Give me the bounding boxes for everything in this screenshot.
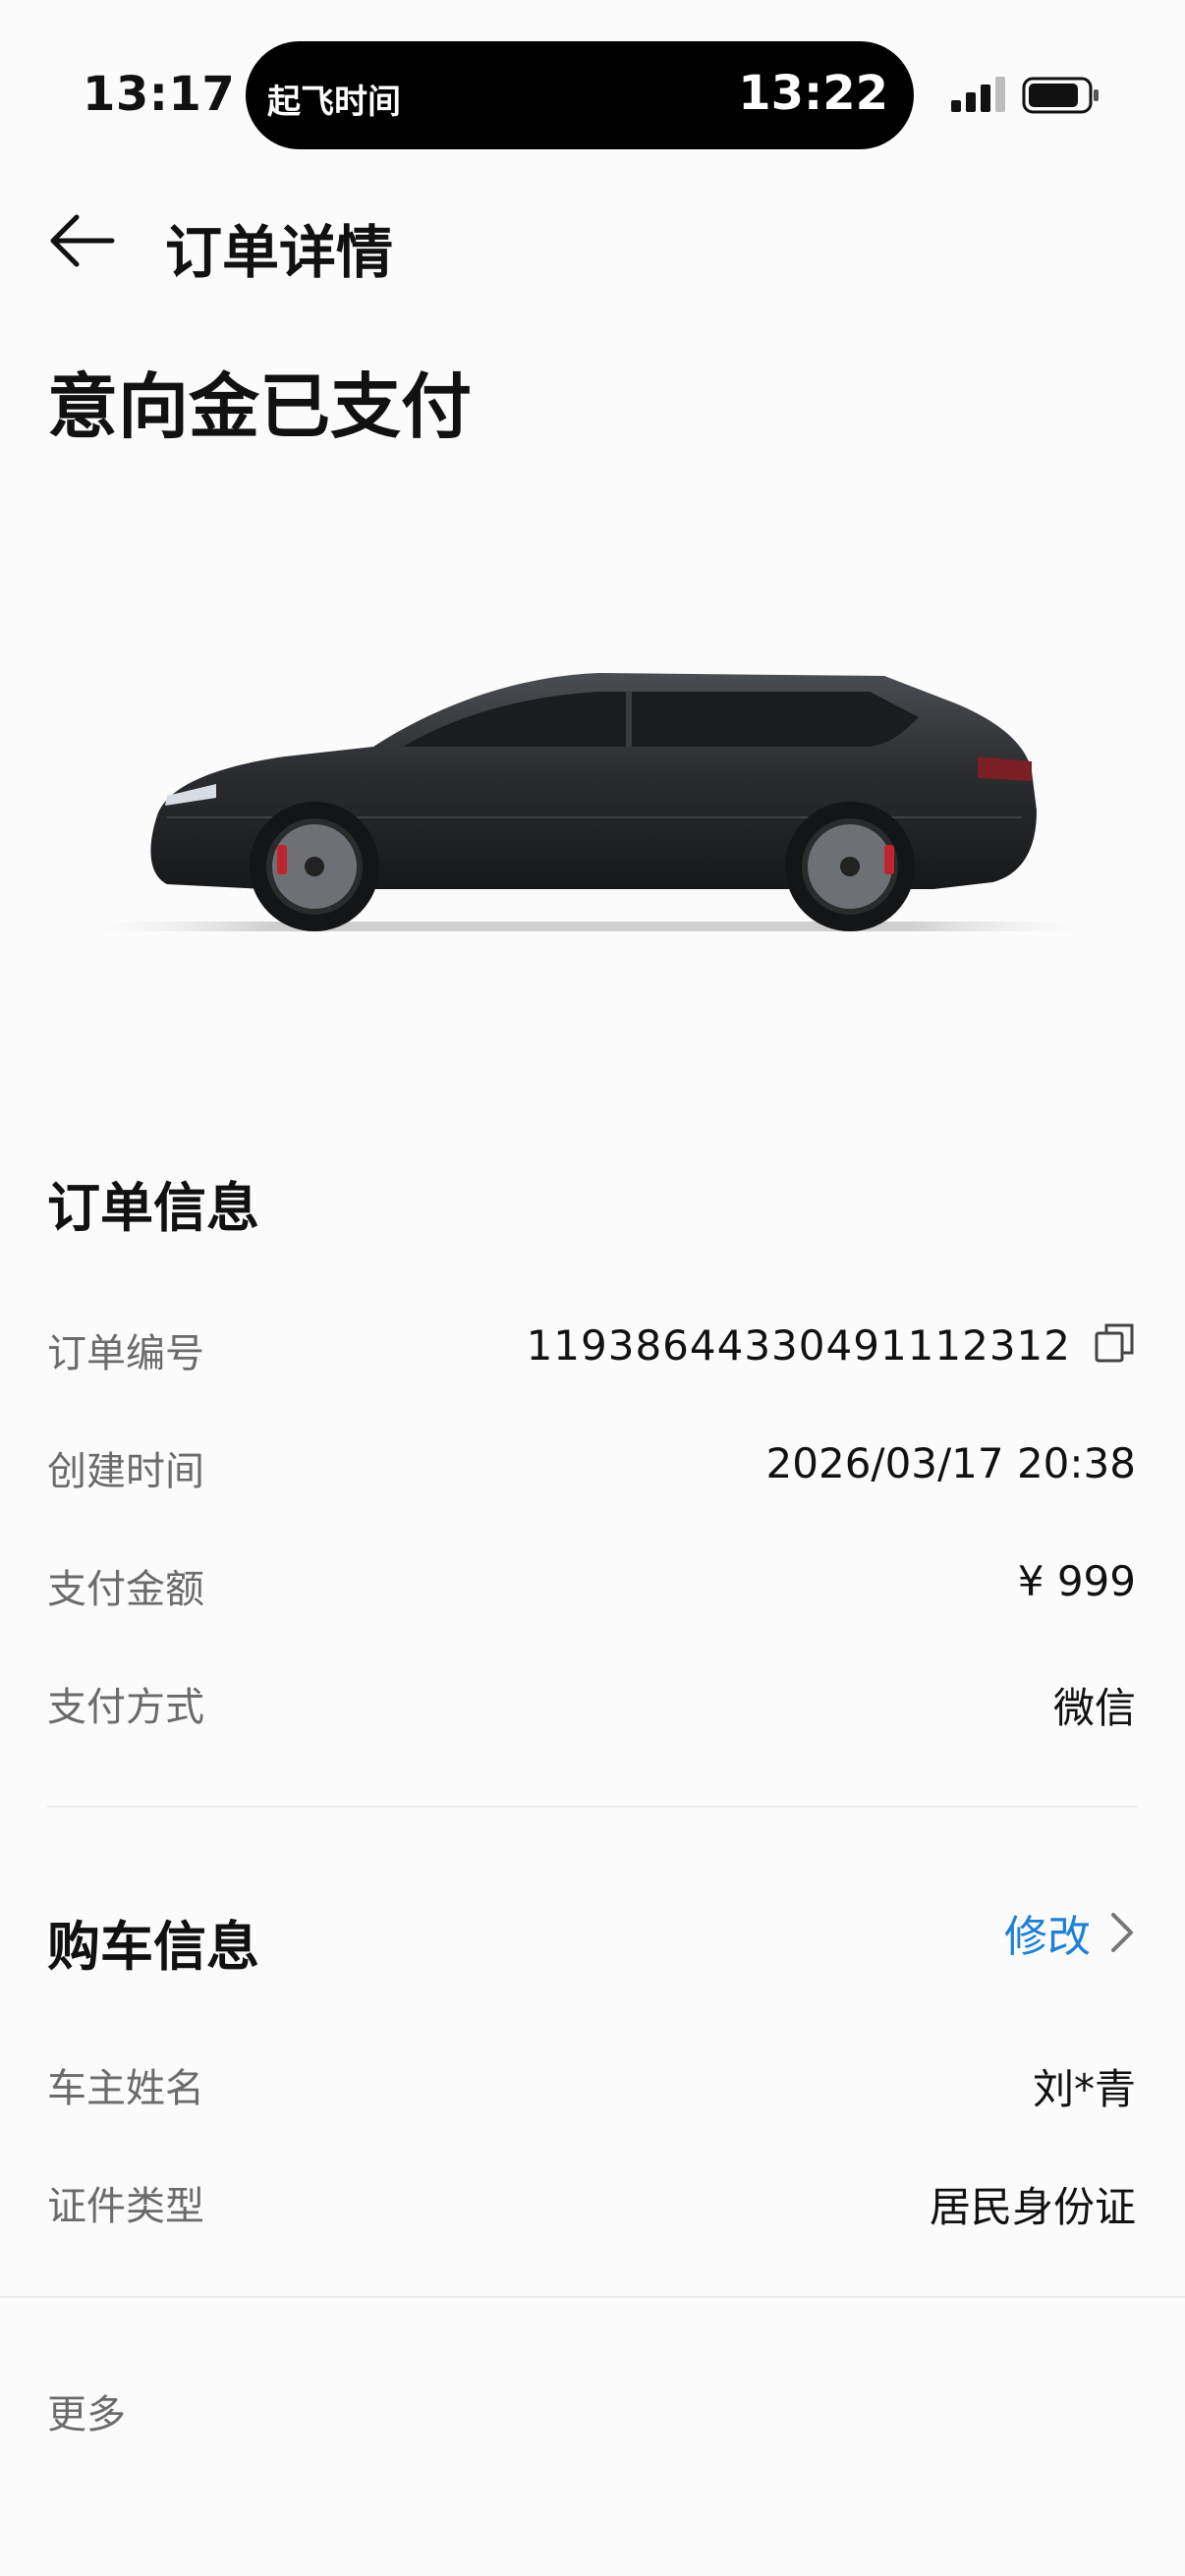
owner-name-label: 车主姓名 [47, 2066, 204, 2111]
owner-name-value: 刘*青 [1032, 2065, 1136, 2113]
order-status-title: 意向金已支付 [47, 365, 473, 448]
full-divider [0, 2296, 1185, 2298]
signal-icon [951, 77, 1005, 112]
island-title: 起飞时间 [267, 83, 401, 122]
edit-label: 修改 [1004, 1912, 1091, 1962]
more-button[interactable]: 更多 [47, 2382, 126, 2439]
payment-amount-value: ¥ 999 [1017, 1557, 1136, 1605]
island-time: 13:22 [738, 66, 888, 121]
copy-icon[interactable] [1093, 1321, 1136, 1365]
id-type-value: 居民身份证 [929, 2183, 1136, 2231]
payment-method-row: 支付方式 微信 [47, 1665, 1136, 1734]
status-time: 13:17 [83, 67, 236, 122]
edit-purchase-info-button[interactable]: 修改 [1004, 1898, 1136, 1967]
created-time-row: 创建时间 2026/03/17 20:38 [47, 1429, 1136, 1498]
payment-method-value: 微信 [1052, 1684, 1136, 1732]
payment-amount-row: 支付金额 ¥ 999 [47, 1547, 1136, 1616]
page-title: 订单详情 [165, 219, 394, 286]
section-divider [47, 1806, 1138, 1808]
payment-method-label: 支付方式 [47, 1685, 204, 1730]
purchase-info-title: 购车信息 [47, 1916, 259, 1978]
payment-amount-label: 支付金额 [47, 1567, 204, 1612]
order-number-row: 订单编号 11938644330491112312 [47, 1312, 1136, 1380]
owner-name-row: 车主姓名 刘*青 [47, 2046, 1136, 2115]
order-info-title: 订单信息 [47, 1177, 259, 1239]
id-type-row: 证件类型 居民身份证 [47, 2164, 1136, 2233]
created-time-label: 创建时间 [47, 1449, 204, 1494]
id-type-label: 证件类型 [47, 2184, 204, 2229]
chevron-right-icon [1111, 1913, 1133, 1952]
dynamic-island[interactable]: 起飞时间 13:22 [246, 41, 914, 149]
order-number-label: 订单编号 [47, 1331, 204, 1376]
battery-icon [1022, 77, 1099, 114]
order-number-value: 11938644330491112312 [526, 1321, 1071, 1370]
back-arrow-icon[interactable] [47, 211, 116, 270]
status-bar: 13:17 起飞时间 13:22 [0, 0, 1185, 149]
car-image [59, 673, 1120, 931]
created-time-value: 2026/03/17 20:38 [765, 1439, 1136, 1487]
header: 订单详情 [0, 187, 1185, 295]
